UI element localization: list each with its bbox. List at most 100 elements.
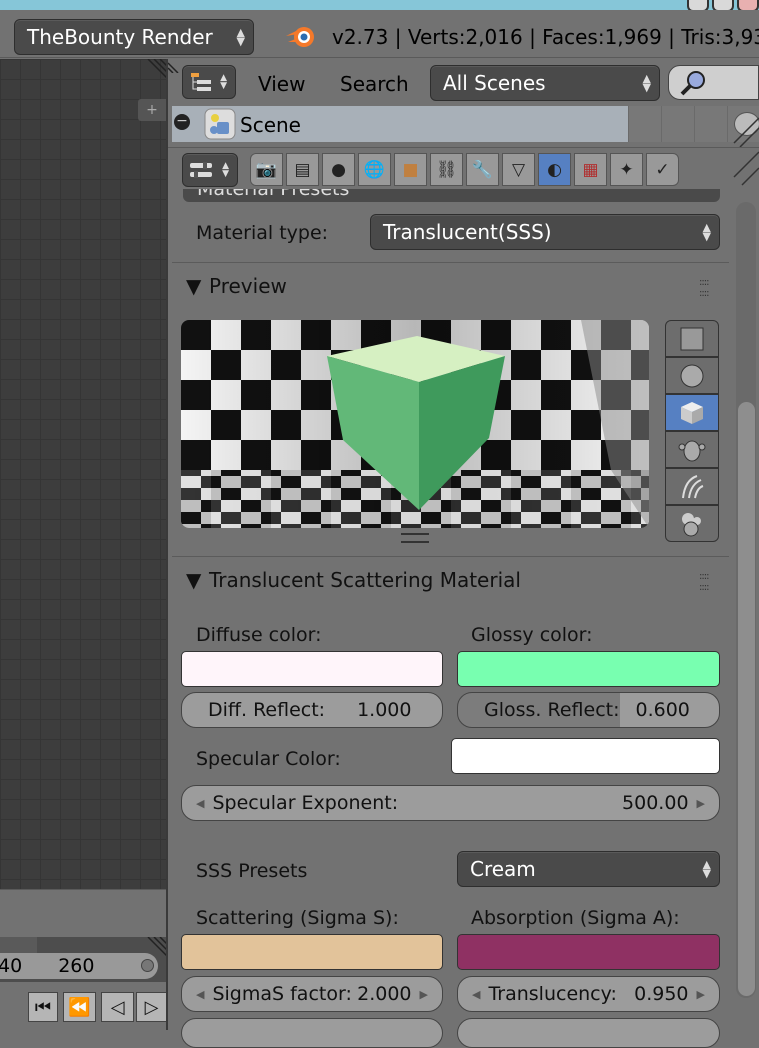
decrement-arrow-icon[interactable]: ◀ [196, 988, 204, 1001]
sigmas-factor-field[interactable]: ◀ SigmaS factor: 2.000 ▶ [181, 976, 443, 1012]
preview-monkey-button[interactable] [665, 431, 719, 468]
render-engine-label: TheBounty Render [27, 25, 213, 49]
translucency-label: Translucency: [488, 983, 617, 1005]
left-editor-header [0, 889, 167, 937]
specular-exponent-field[interactable]: ◀ Specular Exponent: 500.00 ▶ [181, 785, 720, 821]
scattering-color-swatch[interactable] [181, 934, 443, 970]
updown-arrow-icon: ▲ ▼ [642, 72, 651, 94]
specular-color-swatch[interactable] [451, 738, 720, 774]
render-tab-icon[interactable]: 📷 [250, 153, 283, 186]
updown-arrow-icon: ▲ ▼ [222, 161, 229, 179]
physics-tab-icon[interactable]: ✓ [646, 153, 679, 186]
sss-presets-dropdown[interactable]: Cream ▲ ▼ [457, 851, 720, 887]
particles-tab-icon[interactable]: ✦ [610, 153, 643, 186]
modifiers-tab-icon[interactable]: 🔧 [466, 153, 499, 186]
sigmas-factor-value: 2.000 [357, 983, 412, 1005]
world-tab-icon[interactable]: 🌐 [358, 153, 391, 186]
preview-sphere-button[interactable] [665, 357, 719, 394]
scene-tab-icon[interactable]: ● [322, 153, 355, 186]
sphere-sky-icon [682, 512, 701, 536]
ior-field[interactable] [457, 1018, 720, 1048]
translucency-field[interactable]: ◀ Translucency: 0.950 ▶ [457, 976, 720, 1012]
scene-statistics: v2.73 | Verts:2,016 | Faces:1,969 | Tris… [332, 25, 759, 49]
diffuse-color-swatch[interactable] [181, 651, 443, 687]
drag-grip-icon[interactable]: :::::::: [699, 571, 710, 593]
preview-hair-button[interactable] [665, 468, 719, 505]
updown-arrow-icon: ▲ ▼ [702, 221, 711, 243]
corner-split-handle-icon[interactable] [732, 147, 759, 189]
mesh-data-tab-icon[interactable]: ▽ [502, 153, 535, 186]
scene-icon [204, 108, 236, 140]
play-reverse-icon[interactable]: ◁ [101, 992, 134, 1022]
increment-arrow-icon[interactable]: ▶ [697, 797, 705, 810]
corner-handle-icon[interactable] [168, 59, 182, 73]
material-type-dropdown[interactable]: Translucent(SSS) ▲ ▼ [370, 214, 720, 250]
decrement-arrow-icon[interactable]: ◀ [196, 797, 204, 810]
updown-arrow-icon: ▲ ▼ [236, 26, 245, 48]
render-layers-tab-icon[interactable]: ▤ [286, 153, 319, 186]
sphere-icon [680, 364, 704, 387]
glossy-color-swatch[interactable] [457, 651, 720, 687]
translucency-value: 0.950 [634, 983, 689, 1005]
sss-collapse-icon[interactable]: ▼ [186, 568, 201, 592]
absorption-color-swatch[interactable] [457, 934, 720, 970]
glossy-color-label: Glossy color: [471, 624, 593, 646]
material-type-label: Material type: [196, 222, 329, 244]
corner-split-handle-icon[interactable] [140, 59, 167, 86]
preview-flat-button[interactable] [665, 320, 719, 357]
decrement-arrow-icon[interactable]: ◀ [472, 988, 480, 1001]
preview-panel-title[interactable]: Preview [209, 274, 287, 298]
material-presets-dropdown[interactable]: Material Presets [183, 189, 720, 202]
cube-icon [681, 401, 703, 424]
sss-presets-value: Cream [470, 857, 536, 881]
editor-type-dropdown[interactable]: ▲ ▼ [182, 65, 236, 99]
menu-view[interactable]: View [258, 72, 305, 96]
scrub-handle-icon[interactable] [141, 959, 154, 972]
sss-panel-title[interactable]: Translucent Scattering Material [209, 568, 521, 592]
increment-arrow-icon[interactable]: ▶ [420, 988, 428, 1001]
diffuse-color-label: Diffuse color: [196, 624, 322, 646]
corner-split-handle-icon[interactable] [732, 103, 759, 147]
preview-sky-button[interactable] [665, 505, 719, 542]
display-mode-dropdown[interactable]: All Scenes ▲ ▼ [430, 65, 660, 101]
collapse-icon[interactable]: − [174, 114, 190, 130]
scrollbar-thumb[interactable] [738, 402, 755, 996]
render-engine-dropdown[interactable]: TheBounty Render ▲ ▼ [14, 19, 254, 55]
hair-icon [682, 474, 704, 498]
scattering-label: Scattering (Sigma S): [196, 907, 399, 929]
texture-tab-icon[interactable]: ▦ [574, 153, 607, 186]
search-icon [680, 71, 705, 96]
jump-start-icon[interactable]: ⏮ [28, 992, 58, 1022]
constraints-tab-icon[interactable]: ⛓ [430, 153, 463, 186]
frame-start-value: 40 [0, 955, 23, 977]
preview-cube-button[interactable] [665, 394, 719, 431]
properties-panel-area [168, 189, 759, 1030]
play-icon[interactable]: ▷ [136, 992, 167, 1022]
preview-resize-handle[interactable] [401, 533, 429, 543]
jump-prev-keyframe-icon[interactable]: ⏪ [63, 992, 96, 1022]
properties-editor-type-dropdown[interactable]: ▲ ▼ [182, 153, 238, 187]
search-input[interactable] [668, 65, 759, 100]
object-tab-icon[interactable]: ■ [394, 153, 427, 186]
gloss-reflect-label: Gloss. Reflect: [484, 699, 620, 721]
plane-icon [680, 327, 704, 350]
preview-collapse-icon[interactable]: ▼ [186, 274, 201, 298]
panel-separator [172, 262, 729, 263]
phase-function-field[interactable] [181, 1018, 443, 1048]
updown-arrow-icon: ▲ ▼ [702, 858, 711, 880]
outliner-icon [191, 73, 211, 91]
frame-range-field[interactable]: 40 260 [0, 953, 158, 979]
gloss-reflect-field[interactable]: Gloss. Reflect: 0.600 [457, 692, 720, 728]
increment-arrow-icon[interactable]: ▶ [697, 988, 705, 1001]
menu-search[interactable]: Search [340, 72, 409, 96]
absorption-label: Absorption (Sigma A): [471, 907, 680, 929]
diff-reflect-field[interactable]: Diff. Reflect: 1.000 [181, 692, 443, 728]
window-top-strip [0, 0, 759, 10]
left-editor-grid[interactable] [0, 59, 167, 889]
diff-reflect-value: 1.000 [357, 699, 412, 721]
material-tab-icon[interactable]: ◐ [538, 153, 571, 186]
expand-panel-button[interactable]: + [138, 99, 166, 121]
drag-grip-icon[interactable]: :::::::: [699, 277, 710, 299]
properties-icon [190, 162, 212, 178]
specular-color-label: Specular Color: [196, 748, 341, 770]
